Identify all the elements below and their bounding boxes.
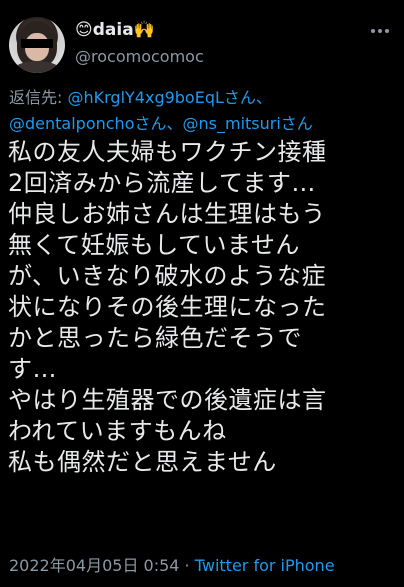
mention-suffix: さん、: [223, 88, 272, 107]
display-name[interactable]: 😊daia🙌: [75, 20, 155, 40]
tweet-line: かと思ったら緑色だそうで: [8, 324, 302, 352]
tweet-line: 状になりその後生理になった: [8, 293, 327, 321]
mention-link[interactable]: @ns_mitsuri: [183, 114, 281, 133]
tweet-line: が、いきなり破水のような症: [8, 262, 327, 290]
avatar-censor-bar: [21, 39, 53, 48]
tweet-line: 私も偶然だと思えません: [8, 448, 277, 476]
mention-link[interactable]: @dentalponcho: [9, 114, 134, 133]
tweet-line: す…: [8, 355, 57, 383]
tweet-meta: 2022年04月05日 0:54 · Twitter for iPhone: [9, 552, 335, 576]
reply-prefix: 返信先:: [9, 88, 68, 107]
mention-link[interactable]: @hKrglY4xg9boEqL: [67, 88, 223, 107]
tweet-line: 2回済みから流産してます…: [8, 169, 316, 197]
avatar[interactable]: [9, 17, 65, 73]
reply-context: 返信先: @hKrglY4xg9boEqLさん、 @dentalponchoさん、…: [9, 85, 395, 137]
tweet-line: やはり生殖器での後遺症は言: [8, 386, 327, 414]
mention-suffix: さん: [280, 114, 313, 133]
meta-separator: ·: [179, 556, 195, 575]
tweet-timestamp[interactable]: 2022年04月05日 0:54: [9, 556, 179, 575]
user-handle[interactable]: @rocomocomoc: [75, 47, 204, 66]
tweet-line: われていますもんね: [8, 417, 227, 445]
mention-suffix: さん、: [134, 114, 183, 133]
tweet-source-link[interactable]: Twitter for iPhone: [195, 556, 335, 575]
tweet-line: 仲良しお姉さんは生理はもう: [8, 200, 326, 228]
tweet-line: 私の友人夫婦もワクチン接種: [8, 138, 327, 166]
more-horizontal-icon[interactable]: [370, 24, 390, 38]
tweet-text: 私の友人夫婦もワクチン接種 2回済みから流産してます… 仲良しお姉さんは生理はも…: [8, 137, 400, 478]
tweet-line: 無くて妊娠もしていません: [8, 231, 300, 259]
avatar-shoulder: [13, 61, 61, 73]
